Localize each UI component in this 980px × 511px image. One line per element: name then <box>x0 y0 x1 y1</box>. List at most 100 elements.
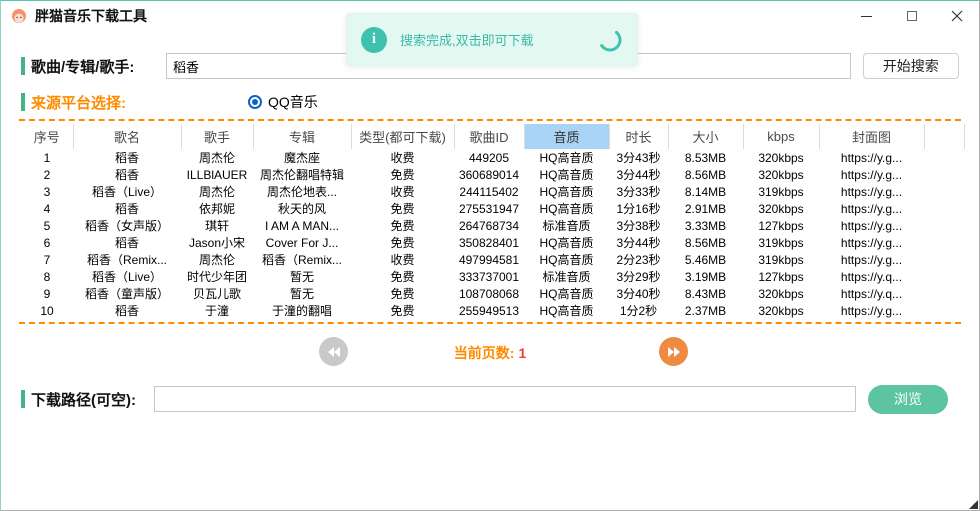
table-cell: 449205 <box>454 149 524 166</box>
table-cell: HQ高音质 <box>524 251 609 268</box>
table-row[interactable]: 7稻香（Remix...周杰伦稻香（Remix...收费497994581HQ高… <box>21 251 964 268</box>
radio-qq-music[interactable]: QQ音乐 <box>248 92 318 112</box>
column-header-5[interactable]: 类型(都可下载) <box>351 124 454 149</box>
platform-row: 来源平台选择: QQ音乐 <box>21 91 959 113</box>
table-cell: 8.14MB <box>668 183 743 200</box>
table-cell: 稻香 <box>73 149 181 166</box>
table-cell: 稻香（童声版） <box>73 285 181 302</box>
table-cell: 7 <box>21 251 73 268</box>
column-header-3[interactable]: 歌手 <box>181 124 253 149</box>
table-row[interactable]: 4稻香依邦妮秋天的风免费275531947HQ高音质1分16秒2.91MB320… <box>21 200 964 217</box>
dashed-separator-bottom <box>19 322 961 324</box>
table-row[interactable]: 10稻香于潼于潼的翻唱免费255949513HQ高音质1分2秒2.37MB320… <box>21 302 964 319</box>
table-cell: 周杰伦 <box>181 149 253 166</box>
table-cell: 稻香（Live） <box>73 183 181 200</box>
table-cell-empty <box>924 166 964 183</box>
column-header-10[interactable]: kbps <box>743 124 819 149</box>
table-row[interactable]: 6稻香Jason小宋Cover For J...免费350828401HQ高音质… <box>21 234 964 251</box>
table-row[interactable]: 8稻香（Live）时代少年团暂无免费333737001标准音质3分29秒3.19… <box>21 268 964 285</box>
table-cell: 10 <box>21 302 73 319</box>
table-cell: 3分44秒 <box>609 166 668 183</box>
table-cell: 2 <box>21 166 73 183</box>
table-cell: 秋天的风 <box>253 200 351 217</box>
column-header-11[interactable]: 封面图 <box>819 124 924 149</box>
table-cell: 魔杰座 <box>253 149 351 166</box>
table-cell-empty <box>924 149 964 166</box>
table-row[interactable]: 1稻香周杰伦魔杰座收费449205HQ高音质3分43秒8.53MB320kbps… <box>21 149 964 166</box>
table-cell-empty <box>924 234 964 251</box>
start-search-button[interactable]: 开始搜索 <box>863 53 960 79</box>
table-cell: 8.56MB <box>668 166 743 183</box>
table-cell: 127kbps <box>743 217 819 234</box>
column-header-1[interactable]: 序号 <box>21 124 73 149</box>
table-row[interactable]: 5稻香（女声版）琪轩I AM A MAN...免费264768734标准音质3分… <box>21 217 964 234</box>
table-cell: 稻香 <box>73 166 181 183</box>
table-cell: 127kbps <box>743 268 819 285</box>
table-cell: 周杰伦翻唱特辑 <box>253 166 351 183</box>
next-page-button[interactable] <box>659 337 688 366</box>
resize-grip[interactable] <box>969 500 978 509</box>
table-cell: 稻香 <box>73 234 181 251</box>
download-path-label: 下载路径(可空): <box>31 389 136 410</box>
table-cell: 1分2秒 <box>609 302 668 319</box>
table-cell: https://y.q... <box>819 268 924 285</box>
accent-bar <box>21 57 25 75</box>
table-cell: 免费 <box>351 302 454 319</box>
table-cell: https://y.g... <box>819 217 924 234</box>
table-cell: 稻香（女声版） <box>73 217 181 234</box>
table-cell: 标准音质 <box>524 268 609 285</box>
search-label-group: 歌曲/专辑/歌手: <box>21 56 166 77</box>
table-cell: 2.37MB <box>668 302 743 319</box>
column-header-6[interactable]: 歌曲ID <box>454 124 524 149</box>
table-cell: 1 <box>21 149 73 166</box>
table-cell: https://y.g... <box>819 183 924 200</box>
app-cat-icon <box>11 8 27 24</box>
table-cell: 8.56MB <box>668 234 743 251</box>
maximize-button[interactable] <box>889 1 934 31</box>
table-cell: https://y.q... <box>819 285 924 302</box>
table-cell: 2.91MB <box>668 200 743 217</box>
column-header-2[interactable]: 歌名 <box>73 124 181 149</box>
table-cell: https://y.g... <box>819 166 924 183</box>
table-cell: 320kbps <box>743 285 819 302</box>
table-cell: 255949513 <box>454 302 524 319</box>
table-cell: 收费 <box>351 183 454 200</box>
table-cell: 3分44秒 <box>609 234 668 251</box>
table-cell: 周杰伦 <box>181 183 253 200</box>
table-row[interactable]: 3稻香（Live）周杰伦周杰伦地表...收费244115402HQ高音质3分33… <box>21 183 964 200</box>
minimize-button[interactable] <box>844 1 889 31</box>
table-row[interactable]: 2稻香ILLBlAUER周杰伦翻唱特辑免费360689014HQ高音质3分44秒… <box>21 166 964 183</box>
column-header-empty <box>924 124 964 149</box>
close-button[interactable] <box>934 1 979 31</box>
column-header-8[interactable]: 时长 <box>609 124 668 149</box>
table-cell: 周杰伦地表... <box>253 183 351 200</box>
table-cell: 于潼的翻唱 <box>253 302 351 319</box>
column-header-4[interactable]: 专辑 <box>253 124 351 149</box>
table-cell: Cover For J... <box>253 234 351 251</box>
column-header-9[interactable]: 大小 <box>668 124 743 149</box>
table-row[interactable]: 9稻香（童声版）贝瓦儿歌暂无免费108708068HQ高音质3分40秒8.43M… <box>21 285 964 302</box>
table-cell: https://y.g... <box>819 302 924 319</box>
table-cell: 3分29秒 <box>609 268 668 285</box>
table-cell: 免费 <box>351 166 454 183</box>
table-cell: 320kbps <box>743 166 819 183</box>
browse-button[interactable]: 浏览 <box>868 385 948 414</box>
maximize-icon <box>907 11 917 21</box>
table-cell: 稻香 <box>73 200 181 217</box>
table-cell: ILLBlAUER <box>181 166 253 183</box>
download-path-input[interactable] <box>154 386 856 412</box>
download-label-group: 下载路径(可空): <box>21 389 154 410</box>
table-cell: 暂无 <box>253 285 351 302</box>
pagination: 当前页数:1 <box>1 336 979 368</box>
table-cell: 贝瓦儿歌 <box>181 285 253 302</box>
column-header-7[interactable]: 音质 <box>524 124 609 149</box>
table-cell: 暂无 <box>253 268 351 285</box>
minimize-icon <box>861 16 872 17</box>
table-cell: HQ高音质 <box>524 285 609 302</box>
table-cell: 收费 <box>351 251 454 268</box>
table-cell: 360689014 <box>454 166 524 183</box>
table-cell: HQ高音质 <box>524 302 609 319</box>
table-cell: 3 <box>21 183 73 200</box>
table-cell: 免费 <box>351 217 454 234</box>
platform-label-group: 来源平台选择: <box>21 92 126 113</box>
